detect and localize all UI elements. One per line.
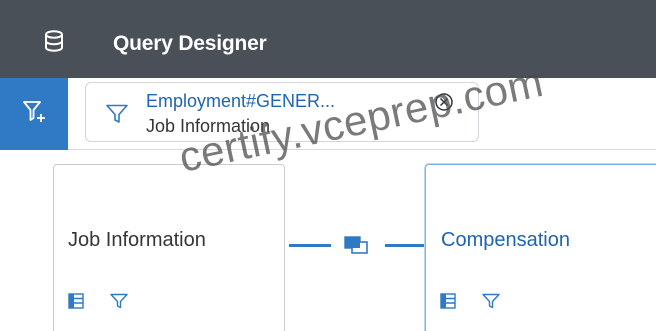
add-filter-button[interactable] [0, 78, 68, 150]
table-icon[interactable] [68, 293, 84, 314]
page-title: Query Designer [113, 32, 267, 55]
entity-card-compensation[interactable]: Compensation [425, 164, 656, 331]
filter-icon[interactable] [110, 293, 129, 314]
join-connector-right [385, 244, 425, 247]
join-connector-left [289, 244, 331, 247]
join-icon[interactable] [342, 234, 372, 261]
filter-icon [106, 104, 128, 129]
filter-icon[interactable] [482, 293, 501, 314]
entity-label: Job Information [68, 229, 206, 251]
entity-card-job-information[interactable]: Job Information [53, 164, 285, 331]
app-header: Query Designer [0, 0, 656, 78]
table-icon[interactable] [440, 293, 456, 314]
entity-tools [440, 293, 522, 314]
entity-tools [68, 293, 150, 314]
database-icon [44, 30, 64, 57]
entity-label: Compensation [441, 229, 570, 251]
